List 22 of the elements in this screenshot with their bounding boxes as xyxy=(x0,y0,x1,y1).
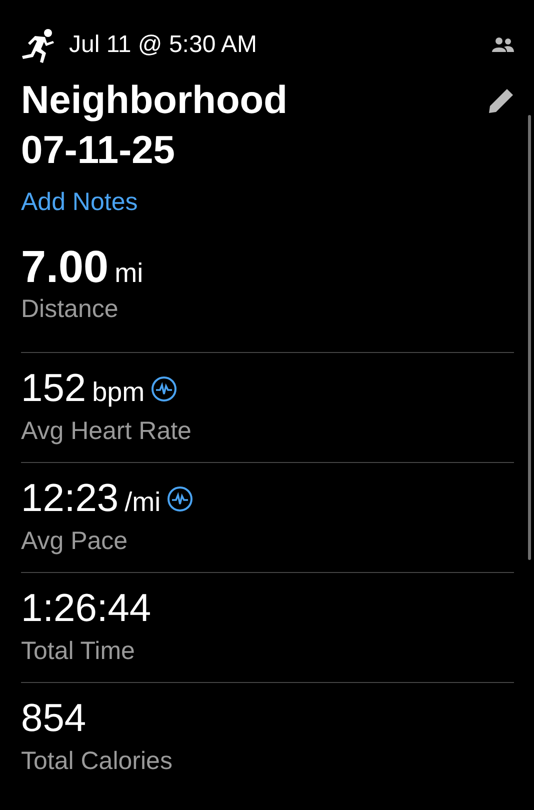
stat-label: Total Calories xyxy=(21,747,174,776)
stat-value: 12:23 xyxy=(21,476,119,522)
stat-unit: mi xyxy=(114,258,144,289)
scrollbar[interactable] xyxy=(528,115,531,560)
add-notes-link[interactable]: Add Notes xyxy=(21,188,138,217)
workout-date: Jul 11 @ 5:30 AM xyxy=(69,31,258,59)
runner-icon xyxy=(21,27,55,63)
people-icon[interactable] xyxy=(492,37,514,53)
heart-rate-icon[interactable] xyxy=(150,376,177,402)
workout-title: Neighborhood 07-11-25 xyxy=(21,78,288,174)
stat-value: 7.00 xyxy=(21,243,109,291)
stat-value: 1:26:44 xyxy=(21,586,152,632)
pencil-icon[interactable] xyxy=(488,88,514,114)
stat-label: Total Time xyxy=(21,637,136,666)
stat-label: Avg Heart Rate xyxy=(21,417,192,446)
stat-unit: /mi xyxy=(124,487,161,518)
stat-value: 854 xyxy=(21,696,86,742)
heart-rate-icon[interactable] xyxy=(166,486,193,512)
stat-label: Distance xyxy=(21,295,120,324)
stat-label: Avg Pace xyxy=(21,527,129,556)
stat-unit: bpm xyxy=(92,377,145,408)
stat-value: 152 xyxy=(21,366,86,412)
